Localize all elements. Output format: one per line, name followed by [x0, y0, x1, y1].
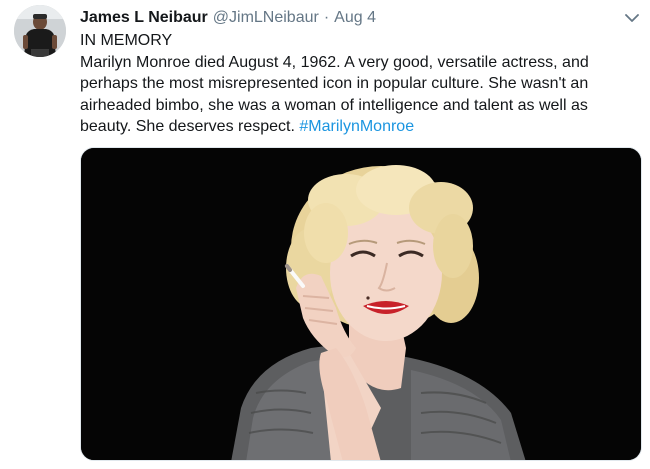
tweet-text-line: IN MEMORY: [80, 32, 173, 49]
author-avatar[interactable]: [14, 5, 66, 57]
chevron-down-icon[interactable]: [622, 8, 642, 28]
tweet-text-fragment: beauty. She deserves respect.: [80, 118, 300, 135]
header-separator: ·: [323, 9, 330, 26]
tweet-date[interactable]: Aug 4: [334, 9, 376, 27]
author-display-name[interactable]: James L Neibaur: [80, 9, 208, 27]
portrait-photo: [81, 148, 641, 460]
hashtag-link[interactable]: #MarilynMonroe: [299, 118, 414, 135]
avatar-photo: [14, 5, 66, 57]
tweet-media-photo[interactable]: [80, 147, 642, 461]
tweet-text-line: beauty. She deserves respect. #MarilynMo…: [80, 116, 640, 138]
tweet-text-line: Marilyn Monroe died August 4, 1962. A ve…: [80, 53, 589, 71]
tweet-text: IN MEMORY Marilyn Monroe died August 4, …: [80, 30, 640, 138]
tweet-text-line: perhaps the most misrepresented icon in …: [80, 75, 589, 92]
tweet-text-line: airheaded bimbo, she was a woman of inte…: [80, 96, 588, 114]
tweet-header: James L Neibaur @JimLNeibaur · Aug 4: [80, 7, 376, 29]
author-handle[interactable]: @JimLNeibaur: [213, 9, 319, 27]
tweet-card[interactable]: James L Neibaur @JimLNeibaur · Aug 4 IN …: [0, 0, 650, 469]
